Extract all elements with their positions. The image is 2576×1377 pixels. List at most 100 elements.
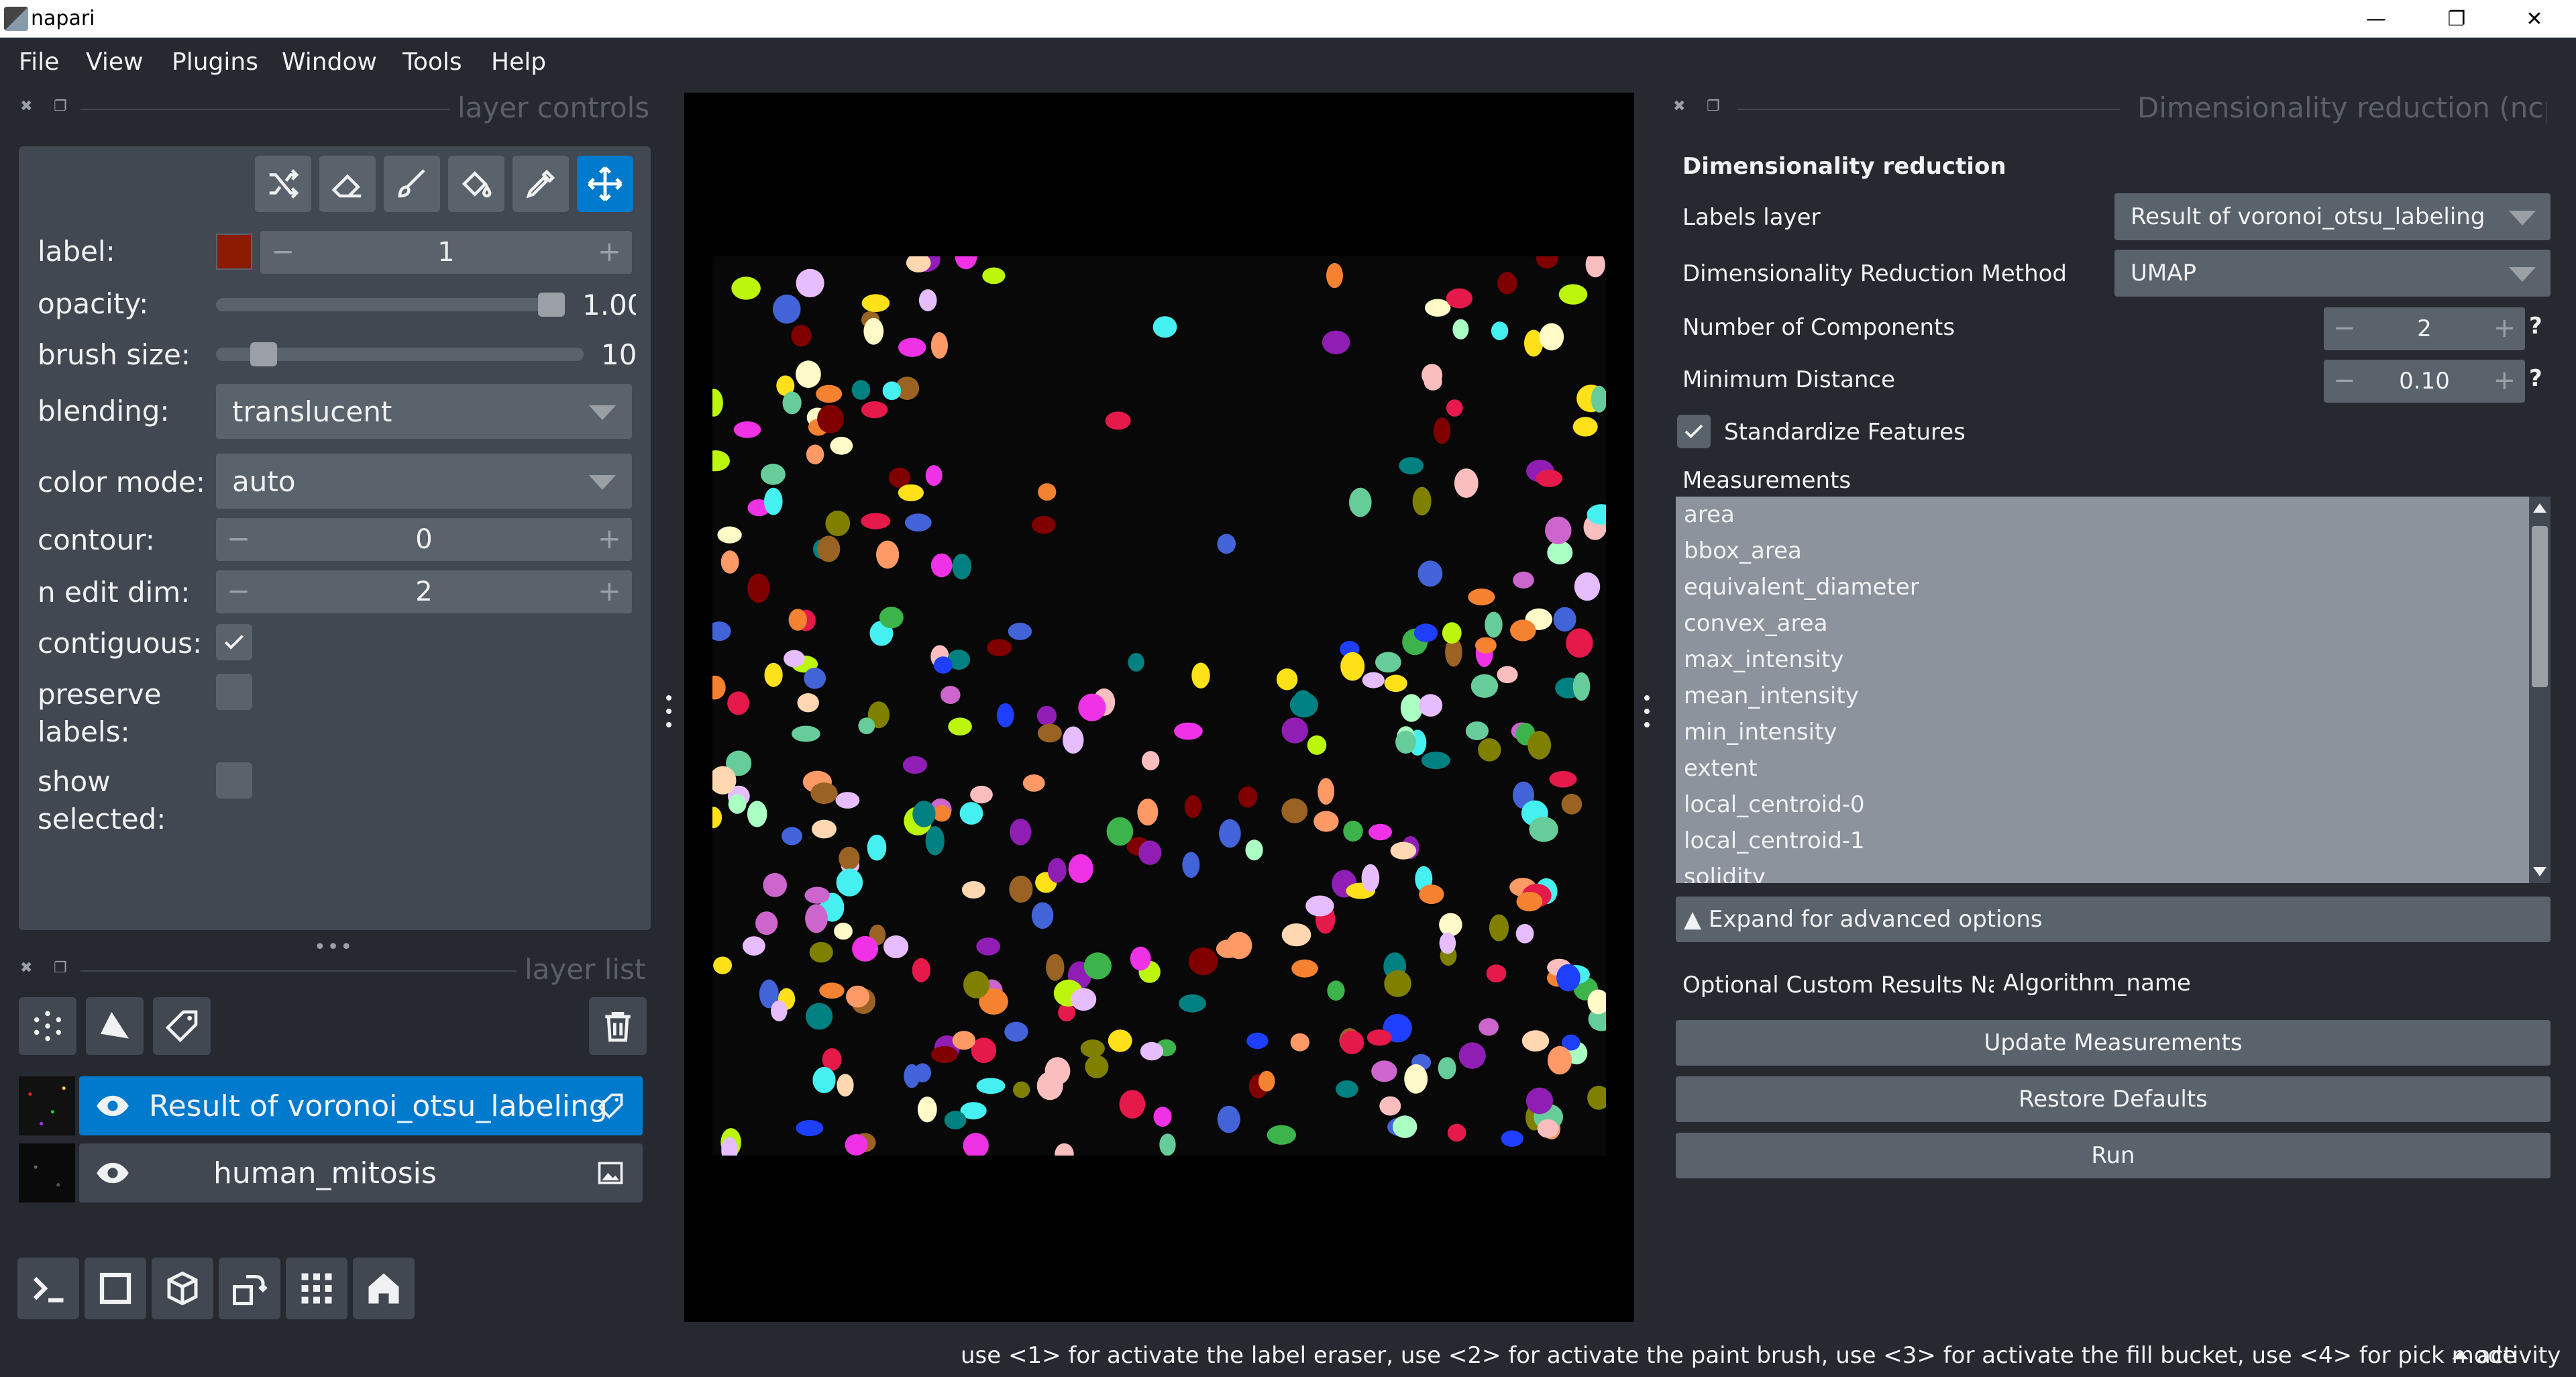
list-item[interactable]: min_intensity: [1676, 714, 2529, 750]
color-picker-button[interactable]: [513, 156, 569, 212]
decrement-icon[interactable]: −: [227, 522, 250, 555]
scroll-down-icon[interactable]: [2533, 867, 2546, 876]
label-spinbox[interactable]: − 1 +: [260, 231, 632, 274]
dock-float-icon[interactable]: ❐: [1707, 98, 1727, 115]
preserve-labels-checkbox[interactable]: [216, 674, 252, 710]
dock-close-icon[interactable]: ✖: [20, 960, 40, 976]
nucleus-label: [1412, 487, 1432, 516]
list-item[interactable]: bbox_area: [1676, 533, 2529, 569]
transpose-button[interactable]: [219, 1258, 280, 1319]
right-dock-splitter[interactable]: [1642, 691, 1652, 731]
layer-name[interactable]: Result of voronoi_otsu_labeling: [149, 1089, 608, 1123]
nucleus-label: [1128, 653, 1144, 672]
eye-icon[interactable]: [95, 1092, 130, 1119]
left-dock-splitter[interactable]: [664, 691, 674, 731]
nucleus-label: [1572, 672, 1591, 701]
method-select[interactable]: UMAP: [2114, 250, 2551, 297]
color-mode-select[interactable]: auto: [216, 454, 632, 509]
list-item[interactable]: mean_intensity: [1676, 678, 2529, 714]
nucleus-label: [1399, 457, 1424, 474]
minimize-button[interactable]: —: [2356, 4, 2396, 34]
list-item[interactable]: max_intensity: [1676, 642, 2529, 678]
nucleus-label: [812, 1066, 836, 1094]
custom-name-input[interactable]: [1994, 960, 2551, 1007]
restore-defaults-button[interactable]: Restore Defaults: [1676, 1076, 2551, 1122]
increment-icon[interactable]: +: [598, 235, 621, 268]
pan-zoom-button[interactable]: [577, 156, 633, 212]
increment-icon[interactable]: +: [598, 574, 621, 607]
standardize-checkbox[interactable]: [1677, 415, 1711, 448]
grid-view-button[interactable]: [286, 1258, 347, 1319]
eraser-button[interactable]: [319, 156, 376, 212]
scroll-up-icon[interactable]: [2533, 503, 2546, 513]
dock-float-icon[interactable]: ❐: [54, 98, 74, 115]
menu-plugins[interactable]: Plugins: [172, 48, 258, 76]
toggle-ndisplay-button[interactable]: [85, 1258, 146, 1319]
blending-select[interactable]: translucent: [216, 384, 632, 439]
restore-button[interactable]: ❐: [2436, 4, 2477, 34]
increment-icon[interactable]: +: [2493, 313, 2516, 344]
roll-dims-button[interactable]: [152, 1258, 213, 1319]
layer-name[interactable]: human_mitosis: [213, 1156, 437, 1190]
brush-size-slider-handle[interactable]: [250, 342, 277, 366]
decrement-icon[interactable]: −: [2333, 365, 2356, 396]
paint-brush-button[interactable]: [384, 156, 440, 212]
list-item[interactable]: solidity: [1676, 859, 2529, 883]
list-item[interactable]: convex_area: [1676, 605, 2529, 642]
measurements-scrollbar[interactable]: [2529, 497, 2551, 883]
n-edit-dim-spinbox[interactable]: − 2 +: [216, 570, 632, 613]
decrement-icon[interactable]: −: [227, 574, 250, 607]
eye-icon[interactable]: [95, 1160, 130, 1186]
contiguous-checkbox[interactable]: [216, 624, 252, 660]
console-button[interactable]: [17, 1258, 79, 1319]
home-button[interactable]: [353, 1258, 415, 1319]
n-components-spinbox[interactable]: − 2 +: [2324, 307, 2525, 350]
decrement-icon[interactable]: −: [2333, 313, 2356, 344]
opacity-slider[interactable]: [216, 298, 565, 311]
list-item[interactable]: local_centroid-0: [1676, 786, 2529, 823]
nucleus-label: [970, 785, 993, 804]
expand-advanced-button[interactable]: ▲ Expand for advanced options: [1676, 897, 2551, 942]
menu-view[interactable]: View: [86, 48, 143, 76]
increment-icon[interactable]: +: [2493, 365, 2516, 396]
new-shapes-layer-button[interactable]: [86, 997, 144, 1055]
dock-float-icon[interactable]: ❐: [54, 960, 74, 976]
fill-bucket-button[interactable]: [448, 156, 504, 212]
list-item[interactable]: area: [1676, 497, 2529, 533]
update-measurements-button[interactable]: Update Measurements: [1676, 1020, 2551, 1066]
list-item[interactable]: extent: [1676, 750, 2529, 786]
nucleus-label: [1140, 1041, 1163, 1061]
layer-row-labels[interactable]: Result of voronoi_otsu_labeling: [19, 1075, 643, 1137]
contour-spinbox[interactable]: − 0 +: [216, 518, 632, 561]
close-button[interactable]: ✕: [2514, 4, 2555, 34]
panel-splitter-handle[interactable]: •••: [314, 935, 354, 959]
show-selected-checkbox[interactable]: [216, 762, 252, 799]
nucleus-label: [1004, 1021, 1028, 1042]
menu-help[interactable]: Help: [491, 48, 546, 76]
labels-layer-select[interactable]: Result of voronoi_otsu_labeling: [2114, 193, 2551, 240]
scrollbar-thumb[interactable]: [2532, 526, 2548, 687]
run-button[interactable]: Run: [1676, 1133, 2551, 1178]
decrement-icon[interactable]: −: [271, 235, 294, 268]
new-labels-layer-button[interactable]: [153, 997, 211, 1055]
measurements-list[interactable]: area bbox_area equivalent_diameter conve…: [1676, 497, 2529, 883]
delete-layer-button[interactable]: [589, 997, 647, 1055]
menu-file[interactable]: File: [19, 48, 59, 76]
help-icon[interactable]: ?: [2529, 365, 2542, 392]
opacity-slider-handle[interactable]: [538, 293, 565, 317]
layer-row-image[interactable]: human_mitosis: [19, 1142, 643, 1204]
new-points-layer-button[interactable]: [19, 997, 76, 1055]
dock-close-icon[interactable]: ✖: [20, 98, 40, 115]
labels-image[interactable]: [712, 256, 1606, 1156]
list-item[interactable]: equivalent_diameter: [1676, 569, 2529, 605]
min-distance-spinbox[interactable]: − 0.10 +: [2324, 360, 2525, 403]
increment-icon[interactable]: +: [598, 522, 621, 555]
menu-tools[interactable]: Tools: [402, 48, 462, 76]
menu-window[interactable]: Window: [282, 48, 377, 76]
dock-close-icon[interactable]: ✖: [1673, 98, 1693, 115]
list-item[interactable]: local_centroid-1: [1676, 823, 2529, 859]
activity-button[interactable]: ⏶ activity: [2451, 1342, 2561, 1369]
nucleus-label: [1105, 411, 1131, 430]
shuffle-colors-button[interactable]: [255, 156, 311, 212]
help-icon[interactable]: ?: [2529, 313, 2542, 340]
